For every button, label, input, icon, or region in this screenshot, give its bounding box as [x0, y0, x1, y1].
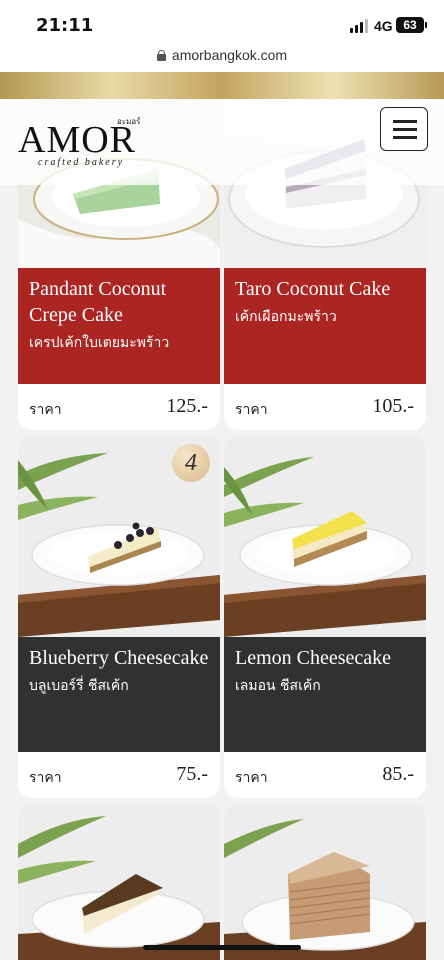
product-title-panel: Lemon Cheesecake เลมอน ชีสเค้ก [224, 637, 426, 752]
site-header: อะมอร์ AMOR crafted bakery [0, 99, 444, 185]
product-title-panel: Blueberry Cheesecake บลูเบอร์รี่ ชีสเค้ก [18, 637, 220, 752]
product-photo [224, 435, 426, 637]
product-photo [18, 804, 220, 960]
home-indicator[interactable] [143, 945, 301, 950]
product-name-th: เครปเค้กใบเตยมะพร้าว [29, 335, 170, 351]
network-type: 4G [374, 18, 393, 34]
price-label: ราคา [29, 770, 62, 786]
battery-icon: 63 [396, 17, 427, 33]
product-name-en: Pandant Coconut Crepe Cake [29, 278, 167, 326]
logo-tagline: crafted bakery [38, 157, 125, 168]
product-photo [224, 804, 426, 960]
amor-logo[interactable]: อะมอร์ AMOR crafted bakery [18, 117, 148, 175]
address-bar[interactable]: amorbangkok.com [0, 44, 444, 72]
price-value: 125.- [166, 395, 208, 417]
product-price-row: ราคา 105.- [224, 384, 426, 430]
product-name-en: Lemon Cheesecake [235, 647, 392, 669]
url-text[interactable]: amorbangkok.com [172, 47, 287, 63]
product-price-row: ราคา 85.- [224, 752, 426, 798]
product-title-panel: Pandant Coconut Crepe Cake เครปเค้กใบเตย… [18, 268, 220, 384]
signal-icon [350, 19, 370, 33]
logo-wordmark: AMOR [18, 119, 137, 161]
status-time: 21:11 [36, 15, 94, 36]
product-price-row: ราคา 75.- [18, 752, 220, 798]
product-name-en: Blueberry Cheesecake [29, 647, 209, 669]
gold-banner [0, 72, 444, 99]
price-value: 105.- [372, 395, 414, 417]
product-title-panel: Taro Coconut Cake เค้กเผือกมะพร้าว [224, 268, 426, 384]
product-name-th: เค้กเผือกมะพร้าว [235, 309, 337, 325]
ranking-badge: 4 [172, 444, 210, 482]
status-bar: 21:11 4G 63 [0, 0, 444, 44]
price-value: 75.- [176, 763, 208, 785]
price-label: ราคา [235, 402, 268, 418]
product-name-th: บลูเบอร์รี่ ชีสเค้ก [29, 678, 129, 694]
product-name-en: Taro Coconut Cake [235, 278, 391, 300]
product-name-th: เลมอน ชีสเค้ก [235, 678, 321, 694]
lock-icon [156, 50, 166, 61]
price-label: ราคา [29, 402, 62, 418]
price-value: 85.- [382, 763, 414, 785]
hamburger-menu-icon[interactable] [380, 107, 428, 151]
price-label: ราคา [235, 770, 268, 786]
product-price-row: ราคา 125.- [18, 384, 220, 430]
battery-level: 63 [403, 18, 417, 32]
